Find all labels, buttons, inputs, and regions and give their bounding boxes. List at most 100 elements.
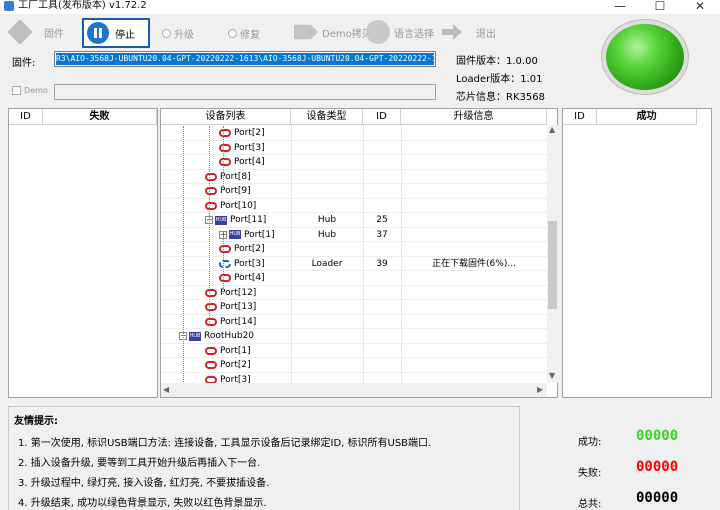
scroll-up-icon[interactable]: ▲ bbox=[549, 125, 555, 134]
device-tree-node[interactable]: Port[2] bbox=[205, 358, 251, 372]
table-row[interactable]: Port[8] bbox=[161, 170, 547, 184]
device-tree-node[interactable]: Port[8] bbox=[205, 170, 251, 184]
device-name: Port[13] bbox=[220, 302, 257, 312]
device-tree-node[interactable]: − HUB RootHub20 bbox=[179, 329, 254, 343]
fail-list-panel[interactable]: ID 失败 bbox=[8, 108, 158, 398]
device-id-cell: 25 bbox=[376, 215, 388, 225]
table-row[interactable]: Port[2] bbox=[161, 358, 547, 373]
device-tree-node[interactable]: + HUB Port[1] bbox=[219, 228, 275, 242]
device-tree-node[interactable]: Port[3] bbox=[219, 141, 265, 155]
device-table[interactable]: 设备列表 设备类型 ID 升级信息 Port[2] Port[3] Port[4] P… bbox=[160, 108, 558, 398]
success-title-header[interactable]: 成功 bbox=[597, 109, 697, 125]
scroll-left-icon[interactable]: ◀ bbox=[163, 385, 169, 394]
device-type-header[interactable]: 设备类型 bbox=[291, 109, 363, 125]
language-button[interactable]: 语言选择 bbox=[366, 18, 434, 46]
demo-copy-button[interactable]: Demo拷贝 bbox=[294, 18, 372, 46]
usb-port-icon bbox=[219, 158, 231, 166]
checkbox-icon bbox=[12, 86, 21, 95]
device-name: Port[12] bbox=[220, 287, 257, 298]
table-row[interactable]: Port[2] bbox=[161, 242, 547, 257]
stop-button[interactable]: 停止 bbox=[82, 18, 150, 48]
device-tree-node[interactable]: Port[2] bbox=[219, 242, 265, 256]
demo-checkbox-label: Demo bbox=[24, 86, 48, 95]
scroll-thumb[interactable] bbox=[548, 221, 557, 309]
usb-port-icon bbox=[205, 201, 217, 210]
firmware-button[interactable]: 固件 bbox=[7, 18, 64, 46]
window-title: 工厂工具(发布版本) v1.72.2 bbox=[18, 0, 147, 11]
demo-path-input[interactable] bbox=[54, 84, 436, 100]
device-list-header[interactable]: 设备列表 bbox=[161, 109, 291, 125]
horizontal-scrollbar[interactable]: ◀ ▶ bbox=[161, 383, 547, 397]
device-tree-node[interactable]: Port[4] bbox=[219, 271, 265, 285]
upgrade-info-header[interactable]: 升级信息 bbox=[401, 109, 547, 125]
fail-id-header[interactable]: ID bbox=[9, 109, 43, 125]
table-row[interactable]: Port[4] bbox=[161, 155, 547, 170]
table-row[interactable]: − HUB RootHub20 bbox=[161, 329, 547, 344]
usb-port-icon bbox=[205, 317, 217, 326]
demo-checkbox[interactable]: Demo bbox=[12, 86, 48, 95]
device-tree-node[interactable]: Port[2] bbox=[219, 126, 265, 140]
tips-panel: 友情提示: 1. 第一次使用, 标识USB端口方法: 连接设备, 工具显示设备后… bbox=[8, 406, 520, 510]
device-id-cell bbox=[363, 242, 401, 256]
usb-port-icon bbox=[205, 187, 217, 195]
device-name: Port[4] bbox=[234, 273, 265, 283]
upgrade-radio[interactable]: 升级 bbox=[162, 26, 194, 41]
pause-icon bbox=[87, 22, 109, 44]
exit-button[interactable]: 退出 bbox=[440, 18, 496, 46]
upgrade-info-cell bbox=[401, 126, 547, 140]
repair-radio-label: 修复 bbox=[240, 30, 260, 41]
table-row[interactable]: Port[3] bbox=[161, 141, 547, 155]
upgrade-info-cell bbox=[401, 155, 547, 169]
device-tree-node[interactable]: Port[1] bbox=[205, 344, 251, 358]
minimize-button[interactable]: — bbox=[600, 0, 640, 14]
exit-button-label: 退出 bbox=[476, 28, 496, 40]
fail-title-header[interactable]: 失败 bbox=[43, 109, 157, 125]
table-row[interactable]: Port[13] bbox=[161, 300, 547, 315]
table-row[interactable]: Port[9] bbox=[161, 184, 547, 199]
device-tree-node[interactable]: Port[4] bbox=[219, 155, 265, 169]
device-tree-node[interactable]: Port[3] bbox=[219, 257, 265, 271]
repair-radio[interactable]: 修复 bbox=[228, 26, 260, 41]
table-row[interactable]: Port[10] bbox=[161, 199, 547, 213]
upgrade-info-cell bbox=[401, 286, 547, 300]
device-name: Port[8] bbox=[220, 171, 251, 182]
device-tree-node[interactable]: − HUB Port[11] bbox=[205, 213, 266, 227]
usb-port-icon bbox=[205, 288, 217, 297]
table-row[interactable]: Port[1] bbox=[161, 344, 547, 358]
table-row[interactable]: + HUB Port[1] Hub 37 bbox=[161, 228, 547, 242]
close-button[interactable]: ✕ bbox=[680, 0, 720, 14]
app-icon bbox=[4, 1, 14, 11]
device-tree-node[interactable]: Port[12] bbox=[205, 286, 256, 300]
device-tree-node[interactable]: Port[13] bbox=[205, 300, 256, 314]
table-row[interactable]: Port[12] bbox=[161, 286, 547, 300]
device-tree-node[interactable]: Port[14] bbox=[205, 315, 256, 329]
success-id-header[interactable]: ID bbox=[563, 109, 597, 125]
device-tree-node[interactable]: Port[9] bbox=[205, 184, 251, 198]
tip-line: 3. 升级过程中, 绿灯亮, 接入设备, 红灯亮, 不要拔插设备. bbox=[18, 478, 270, 489]
table-row[interactable]: Port[2] bbox=[161, 126, 547, 141]
device-id-header[interactable]: ID bbox=[363, 109, 401, 125]
success-list-panel[interactable]: ID 成功 bbox=[562, 108, 712, 398]
scroll-right-icon[interactable]: ▶ bbox=[537, 385, 543, 394]
device-tree-node[interactable]: Port[10] bbox=[205, 199, 256, 213]
device-name: Port[2] bbox=[234, 128, 265, 138]
table-row[interactable]: − HUB Port[11] Hub 25 bbox=[161, 213, 547, 228]
usb-port-icon bbox=[219, 143, 231, 152]
usb-port-icon bbox=[205, 303, 217, 311]
device-name: Port[4] bbox=[234, 157, 265, 167]
firmware-path-input[interactable]: R3\AIO-3568J-UBUNTU20.04-GPT-20220222-16… bbox=[54, 51, 436, 67]
device-name: Port[10] bbox=[220, 200, 257, 211]
maximize-button[interactable]: ☐ bbox=[640, 0, 680, 14]
device-type-cell: Hub bbox=[317, 215, 337, 225]
upgrade-info-cell bbox=[401, 344, 547, 358]
table-row[interactable]: Port[14] bbox=[161, 315, 547, 329]
table-row[interactable]: Port[3] Loader 39 正在下载固件(6%)... bbox=[161, 257, 547, 271]
device-type-cell bbox=[291, 271, 363, 285]
firmware-path-label: 固件: bbox=[12, 58, 36, 69]
vertical-scrollbar[interactable]: ▲ ▼ bbox=[547, 125, 558, 383]
table-row[interactable]: Port[4] bbox=[161, 271, 547, 286]
upgrade-info-cell bbox=[401, 300, 547, 314]
stop-button-label: 停止 bbox=[115, 29, 135, 41]
scroll-down-icon[interactable]: ▼ bbox=[549, 371, 555, 380]
firmware-path-value: R3\AIO-3568J-UBUNTU20.04-GPT-20220222-16… bbox=[56, 53, 434, 65]
